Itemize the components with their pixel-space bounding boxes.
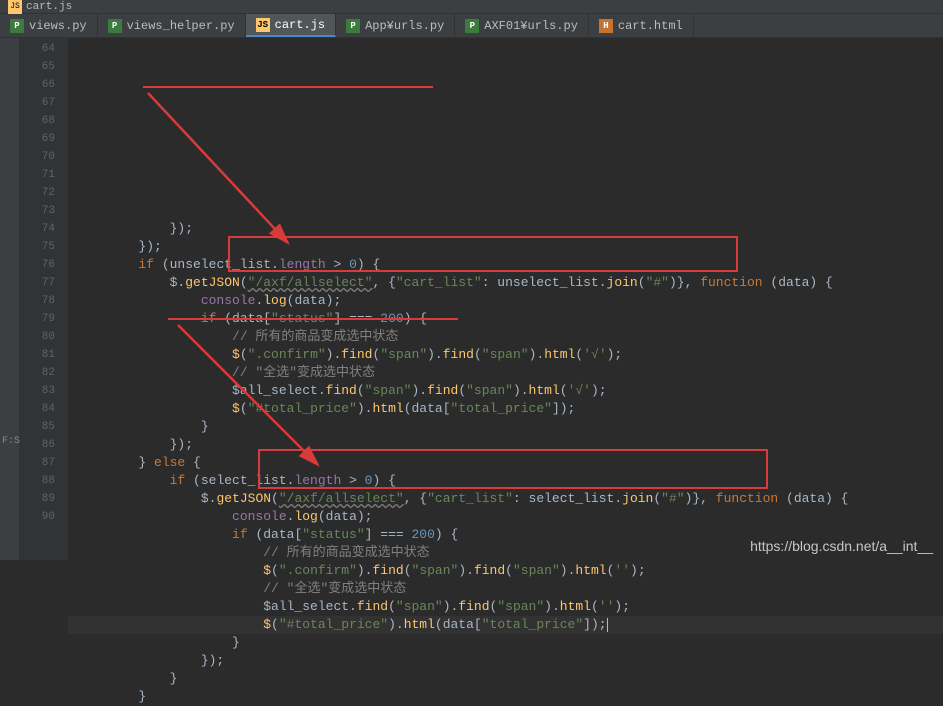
code-line: console.log(data);	[68, 292, 943, 310]
code-editor[interactable]: }); }); if (unselect_list.length > 0) { …	[68, 38, 943, 560]
line-number: 81	[20, 346, 67, 364]
code-line: if (data["status"] === 200) {	[68, 310, 943, 328]
line-number: 69	[20, 130, 67, 148]
line-number: 79	[20, 310, 67, 328]
line-number: 74	[20, 220, 67, 238]
line-number-gutter: 6465666768697071727374757677787980818283…	[20, 38, 68, 560]
py-icon: P	[346, 19, 360, 33]
line-number: 82	[20, 364, 67, 382]
code-line: });	[68, 652, 943, 670]
editor-area: F:S 646566676869707172737475767778798081…	[0, 38, 943, 560]
tab-label: cart.js	[275, 18, 325, 32]
tab-label: cart.html	[618, 19, 683, 33]
code-line: console.log(data);	[68, 508, 943, 526]
py-icon: P	[108, 19, 122, 33]
code-line: }	[68, 670, 943, 688]
code-line: }	[68, 688, 943, 706]
tab-views-py[interactable]: Pviews.py	[0, 14, 98, 37]
code-line: } else {	[68, 454, 943, 472]
line-number: 89	[20, 490, 67, 508]
line-number: 77	[20, 274, 67, 292]
line-number: 80	[20, 328, 67, 346]
line-number: 68	[20, 112, 67, 130]
editor-tabs: Pviews.pyPviews_helper.pyJScart.jsPApp¥u…	[0, 14, 943, 38]
line-number: 67	[20, 94, 67, 112]
tab-axf01-urls-py[interactable]: P AXF01¥urls.py	[455, 14, 589, 37]
js-icon: JS	[8, 0, 22, 14]
line-number: 84	[20, 400, 67, 418]
code-line: }	[68, 418, 943, 436]
code-line: }	[68, 634, 943, 652]
code-line: });	[68, 238, 943, 256]
line-number: 76	[20, 256, 67, 274]
line-number: 83	[20, 382, 67, 400]
code-line: // "全选"变成选中状态	[68, 580, 943, 598]
tab-cart-js[interactable]: JS cart.js	[246, 14, 336, 37]
line-number: 86	[20, 436, 67, 454]
code-line: $all_select.find("span").find("span").ht…	[68, 382, 943, 400]
tab-label: AXF01¥urls.py	[484, 19, 578, 33]
tab-label: App¥urls.py	[365, 19, 444, 33]
tab-cart-html[interactable]: Hcart.html	[589, 14, 694, 37]
code-line: });	[68, 436, 943, 454]
py-icon: P	[10, 19, 24, 33]
py-icon: P	[465, 19, 479, 33]
line-number: 85	[20, 418, 67, 436]
line-number: 90	[20, 508, 67, 526]
breadcrumb-file: cart.js	[26, 1, 72, 13]
breadcrumb-bar: JS cart.js	[0, 0, 943, 14]
line-number: 65	[20, 58, 67, 76]
line-number: 78	[20, 292, 67, 310]
line-number: 72	[20, 184, 67, 202]
line-number: 66	[20, 76, 67, 94]
code-line: $("#total_price").html(data["total_price…	[68, 400, 943, 418]
sidebar-label: F:S	[2, 436, 20, 447]
tab-app-urls-py[interactable]: P App¥urls.py	[336, 14, 455, 37]
line-number: 88	[20, 472, 67, 490]
code-line: // "全选"变成选中状态	[68, 364, 943, 382]
code-line: });	[68, 220, 943, 238]
code-line: $(".confirm").find("span").find("span").…	[68, 346, 943, 364]
tab-views_helper-py[interactable]: Pviews_helper.py	[98, 14, 246, 37]
tab-label: views.py	[29, 19, 87, 33]
line-number: 71	[20, 166, 67, 184]
line-number: 64	[20, 40, 67, 58]
code-line: $("#total_price").html(data["total_price…	[68, 616, 943, 634]
tab-label: views_helper.py	[127, 19, 235, 33]
line-number: 70	[20, 148, 67, 166]
code-line: if (unselect_list.length > 0) {	[68, 256, 943, 274]
line-number: 73	[20, 202, 67, 220]
annotation-line-1	[143, 86, 433, 88]
line-number: 75	[20, 238, 67, 256]
code-line: $.getJSON("/axf/allselect", {"cart_list"…	[68, 490, 943, 508]
watermark: https://blog.csdn.net/a__int__	[750, 538, 933, 554]
html-icon: H	[599, 19, 613, 33]
line-number: 87	[20, 454, 67, 472]
code-line: $(".confirm").find("span").find("span").…	[68, 562, 943, 580]
code-line: $.getJSON("/axf/allselect", {"cart_list"…	[68, 274, 943, 292]
code-line: $all_select.find("span").find("span").ht…	[68, 598, 943, 616]
js-icon: JS	[256, 18, 270, 32]
code-line: if (select_list.length > 0) {	[68, 472, 943, 490]
left-tool-gutter: F:S	[0, 38, 20, 560]
code-line: // 所有的商品变成选中状态	[68, 328, 943, 346]
